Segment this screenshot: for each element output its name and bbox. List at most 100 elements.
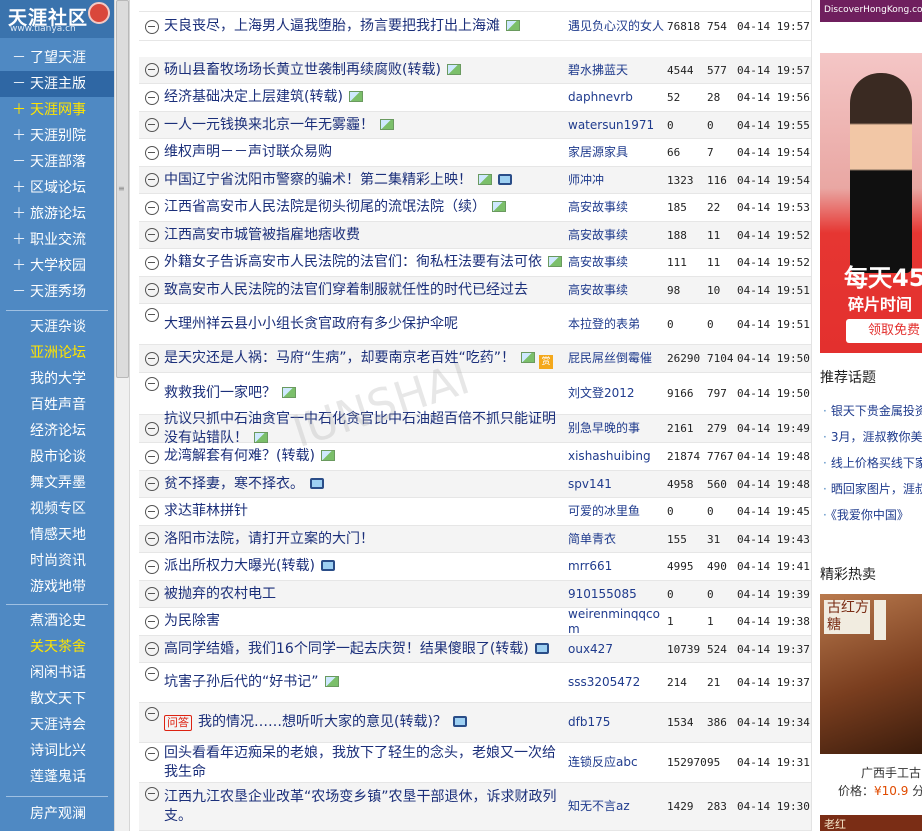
- post-author[interactable]: daphnevrb: [568, 84, 664, 111]
- sidebar-item[interactable]: ＋天涯网事: [0, 97, 114, 123]
- post-author[interactable]: 简单青衣: [568, 526, 664, 552]
- sidebar-item[interactable]: 天涯杂谈: [0, 314, 114, 340]
- expand-toggle-icon[interactable]: －: [12, 149, 30, 175]
- post-title-link[interactable]: 为民除害: [164, 613, 220, 629]
- ad-banner-top[interactable]: DiscoverHongKong.com: [820, 0, 922, 22]
- topic-item[interactable]: · 3月，涯叔教你美: [823, 424, 922, 450]
- post-title-link[interactable]: 贫不择妻，寒不择衣。: [164, 476, 304, 492]
- post-author[interactable]: 刘文登2012: [568, 373, 664, 414]
- post-author[interactable]: 知无不言az: [568, 783, 664, 830]
- post-title-link[interactable]: 砀山县畜牧场场长黄立世袭制再续腐败(转载): [164, 62, 441, 78]
- sidebar-item[interactable]: －天涯主版: [0, 71, 114, 97]
- post-title-link[interactable]: 坑害子孙后代的“好书记”: [164, 674, 319, 690]
- expand-toggle-icon[interactable]: －: [12, 279, 30, 305]
- sidebar-item[interactable]: －了望天涯: [0, 45, 114, 71]
- topic-item[interactable]: · 晒回家图片，涯叔: [823, 476, 922, 502]
- sidebar-item[interactable]: 股市论谈: [0, 444, 114, 470]
- post-title-link[interactable]: 天良丧尽，上海男人逼我堕胎，扬言要把我打出上海滩: [164, 18, 500, 34]
- expand-toggle-icon[interactable]: ＋: [12, 201, 30, 227]
- post-author[interactable]: watersun1971: [568, 112, 664, 138]
- sidebar-item[interactable]: 时尚资讯: [0, 548, 114, 574]
- sidebar-item[interactable]: ＋旅游论坛: [0, 201, 114, 227]
- post-title-link[interactable]: 江西高安市城管被指雇地痞收费: [164, 227, 360, 243]
- post-author[interactable]: 师冲冲: [568, 167, 664, 193]
- post-author[interactable]: 本拉登的表弟: [568, 304, 664, 344]
- expand-toggle-icon[interactable]: －: [12, 71, 30, 97]
- topic-item[interactable]: · 银天下贵金属投资: [823, 398, 922, 424]
- post-title-link[interactable]: 大理州祥云县小小组长贪官政府有多少保护伞呢: [164, 316, 458, 332]
- sidebar-item[interactable]: 天涯诗会: [0, 712, 114, 738]
- topic-item[interactable]: · 《我爱你中国》: [823, 502, 922, 528]
- sidebar-item[interactable]: 我的大学: [0, 366, 114, 392]
- post-title-link[interactable]: 维权声明－－声讨联众易购: [164, 144, 332, 160]
- post-author[interactable]: sss3205472: [568, 663, 664, 702]
- post-author[interactable]: 家居源家具: [568, 139, 664, 166]
- post-author[interactable]: weirenminqqcom: [568, 607, 664, 636]
- sidebar-item[interactable]: 游戏地带: [0, 574, 114, 600]
- sidebar-item[interactable]: 莲蓬鬼话: [0, 764, 114, 790]
- post-author[interactable]: 遇见负心汉的女人: [568, 13, 664, 40]
- expand-toggle-icon[interactable]: －: [12, 45, 30, 71]
- post-title-link[interactable]: 外籍女子告诉高安市人民法院的法官们：徇私枉法要有法可依: [164, 254, 542, 270]
- sidebar-item[interactable]: ＋大学校园: [0, 253, 114, 279]
- sidebar-item[interactable]: 亚洲论坛: [0, 340, 114, 366]
- sidebar-item[interactable]: 闲闲书话: [0, 660, 114, 686]
- post-title-link[interactable]: 致高安市人民法院的法官们穿着制服就任性的时代已经过去: [164, 282, 528, 298]
- post-title-link[interactable]: 江西九江农垦企业改革“农场变乡镇”农垦干部退休，诉求财政列支。: [164, 789, 557, 824]
- expand-toggle-icon[interactable]: ＋: [12, 253, 30, 279]
- sidebar-item[interactable]: ＋区域论坛: [0, 175, 114, 201]
- post-title-link[interactable]: 派出所权力大曝光(转载): [164, 558, 315, 574]
- topic-item[interactable]: · 线上价格买线下家: [823, 450, 922, 476]
- post-title-link[interactable]: 高同学结婚，我们16个同学一起去庆贺！结果傻眼了(转载): [164, 641, 529, 657]
- post-author[interactable]: 高安故事续: [568, 194, 664, 221]
- ad-claim-button[interactable]: 领取免费: [846, 319, 922, 343]
- sidebar-item[interactable]: －天涯秀场: [0, 279, 114, 305]
- sidebar-item[interactable]: 舞文弄墨: [0, 470, 114, 496]
- post-author[interactable]: spv141: [568, 471, 664, 497]
- post-author[interactable]: 别急早晚的事: [568, 415, 664, 442]
- post-title-link[interactable]: 被抛弃的农村电工: [164, 586, 276, 602]
- sidebar-item[interactable]: 诗词比兴: [0, 738, 114, 764]
- post-author[interactable]: dfb175: [568, 703, 664, 742]
- post-title-link[interactable]: 中国辽宁省沈阳市警察的骗术！第二集精彩上映！: [164, 172, 472, 188]
- sidebar-item[interactable]: 散文天下: [0, 686, 114, 712]
- post-title-link[interactable]: 龙湾解套有何难？(转载): [164, 448, 315, 464]
- sidebar-item[interactable]: －天涯部落: [0, 149, 114, 175]
- post-title-link[interactable]: 一人一元钱换来北京一年无雾霾！: [164, 117, 374, 133]
- post-title-link[interactable]: 洛阳市法院，请打开立案的大门！: [164, 531, 374, 547]
- post-title-link[interactable]: 经济基础决定上层建筑(转载): [164, 89, 343, 105]
- sidebar-item[interactable]: 百姓声音: [0, 392, 114, 418]
- post-title-link[interactable]: 江西省高安市人民法院是彻头彻尾的流氓法院（续）: [164, 199, 486, 215]
- post-title-link[interactable]: 回头看看年迈痴呆的老娘，我放下了轻生的念头，老娘又一次给我生命: [164, 745, 556, 780]
- sidebar-item[interactable]: ＋职业交流: [0, 227, 114, 253]
- post-title-link[interactable]: 我的情况……想听听大家的意见(转载)？: [198, 714, 447, 730]
- sidebar-item[interactable]: 视频专区: [0, 496, 114, 522]
- site-logo[interactable]: 天涯社区 www.tianya.cn: [0, 0, 114, 38]
- sidebar-item[interactable]: 关天茶舍: [0, 634, 114, 660]
- expand-toggle-icon[interactable]: ＋: [12, 175, 30, 201]
- post-author[interactable]: 高安故事续: [568, 249, 664, 276]
- post-author[interactable]: xishashuibing: [568, 443, 664, 470]
- sidebar-item[interactable]: 煮酒论史: [0, 608, 114, 634]
- sidebar-item[interactable]: 情感天地: [0, 522, 114, 548]
- post-author[interactable]: 屁民屌丝倒霉催: [568, 345, 664, 372]
- post-author[interactable]: 连锁反应abc: [568, 743, 664, 782]
- post-title-link[interactable]: 是天灾还是人祸：马府“生病”，却要南京老百姓“吃药”！: [164, 350, 515, 366]
- expand-toggle-icon[interactable]: ＋: [12, 227, 30, 253]
- sidebar-item[interactable]: 经济论坛: [0, 418, 114, 444]
- ad-banner-bottom[interactable]: 老红: [820, 815, 922, 831]
- post-author[interactable]: mrr661: [568, 553, 664, 580]
- sidebar-item[interactable]: 房产观澜: [0, 801, 114, 827]
- post-title-link[interactable]: 救救我们一家吧？: [164, 385, 276, 401]
- post-author[interactable]: 910155085: [568, 581, 664, 607]
- ad-banner-large[interactable]: 每天45 碎片时间 领取免费: [820, 53, 922, 353]
- post-author[interactable]: 可爱的冰里鱼: [568, 498, 664, 525]
- post-author[interactable]: oux427: [568, 636, 664, 662]
- expand-toggle-icon[interactable]: ＋: [12, 97, 30, 123]
- product-name[interactable]: 广西手工古: [861, 764, 921, 781]
- expand-toggle-icon[interactable]: ＋: [12, 123, 30, 149]
- sidebar-scrollbar[interactable]: ≡: [114, 0, 130, 831]
- product-image[interactable]: 古红方糖: [820, 594, 922, 754]
- post-author[interactable]: 高安故事续: [568, 222, 664, 248]
- post-title-link[interactable]: 抗议只抓中石油贪官一中石化贪官比中石油超百倍不抓只能证明没有站错队！: [164, 411, 556, 446]
